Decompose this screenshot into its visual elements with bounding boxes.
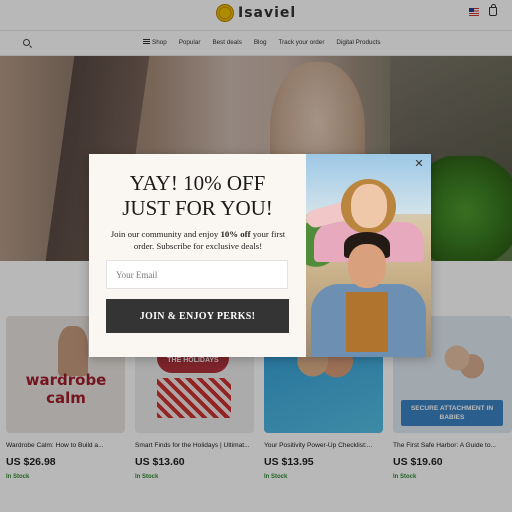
popup-photo [306,154,431,357]
popup-body: Join our community and enjoy 10% off you… [103,228,293,252]
join-button[interactable]: JOIN & ENJOY PERKS! [106,299,289,333]
popup-body-discount: 10% off [220,229,251,239]
photo-man-shirt [346,292,388,352]
popup-content: YAY! 10% OFF JUST FOR YOU! Join our comm… [89,154,306,357]
email-input[interactable] [106,260,288,289]
discount-popup: YAY! 10% OFF JUST FOR YOU! Join our comm… [89,154,431,357]
photo-man-face [348,244,386,288]
popup-heading-line2: JUST FOR YOU! [122,196,273,220]
photo-woman-face [351,184,387,228]
close-icon[interactable]: ✕ [412,157,426,171]
popup-heading-line1: YAY! 10% OFF [129,171,266,195]
popup-heading: YAY! 10% OFF JUST FOR YOU! [89,171,306,221]
popup-body-prefix: Join our community and enjoy [110,229,221,239]
